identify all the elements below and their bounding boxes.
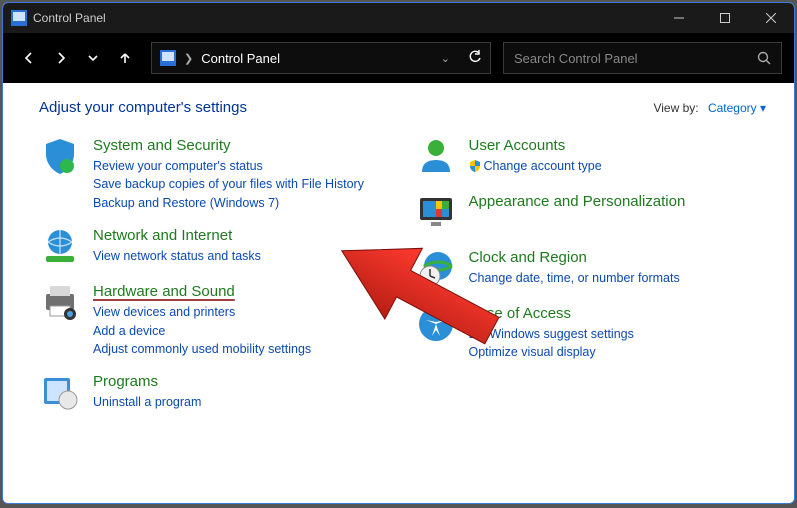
link-ease-of-access[interactable]: Ease of Access	[469, 304, 634, 324]
link-system-security[interactable]: System and Security	[93, 136, 364, 156]
back-button[interactable]	[15, 44, 43, 72]
link-user-accounts[interactable]: User Accounts	[469, 136, 602, 156]
chevron-right-icon: ❯	[184, 52, 193, 65]
link-backup-restore[interactable]: Backup and Restore (Windows 7)	[93, 195, 364, 212]
recent-locations-button[interactable]	[79, 44, 107, 72]
link-file-history[interactable]: Save backup copies of your files with Fi…	[93, 176, 364, 193]
search-placeholder: Search Control Panel	[514, 51, 638, 66]
titlebar: Control Panel	[3, 3, 794, 33]
content-area: Adjust your computer's settings View by:…	[3, 83, 794, 503]
accessibility-icon	[416, 304, 456, 344]
category-user-accounts: User Accounts Change account type	[415, 136, 767, 178]
forward-button[interactable]	[47, 44, 75, 72]
window-title: Control Panel	[33, 11, 106, 25]
category-network: Network and Internet View network status…	[39, 226, 391, 268]
clock-globe-icon	[416, 248, 456, 288]
maximize-button[interactable]	[702, 3, 748, 33]
control-panel-icon	[11, 10, 27, 26]
right-column: User Accounts Change account type Appear…	[415, 136, 767, 414]
search-icon	[757, 51, 771, 65]
up-button[interactable]	[111, 44, 139, 72]
shield-icon	[40, 136, 80, 176]
user-icon	[416, 136, 456, 176]
view-by: View by: Category ▾	[653, 101, 766, 115]
link-review-status[interactable]: Review your computer's status	[93, 158, 364, 175]
link-optimize-display[interactable]: Optimize visual display	[469, 344, 634, 361]
link-devices-printers[interactable]: View devices and printers	[93, 304, 311, 321]
category-programs: Programs Uninstall a program	[39, 372, 391, 414]
category-hardware-sound: Hardware and Sound View devices and prin…	[39, 282, 391, 358]
printer-icon	[40, 282, 80, 322]
link-add-device[interactable]: Add a device	[93, 323, 311, 340]
link-date-time-formats[interactable]: Change date, time, or number formats	[469, 270, 680, 287]
link-programs[interactable]: Programs	[93, 372, 201, 392]
address-bar[interactable]: ❯ Control Panel ⌄	[151, 42, 491, 74]
control-panel-window: Control Panel ❯ Control Panel ⌄ Search C…	[2, 2, 795, 504]
left-column: System and Security Review your computer…	[39, 136, 391, 414]
link-change-account-type[interactable]: Change account type	[469, 158, 602, 175]
link-appearance[interactable]: Appearance and Personalization	[469, 192, 686, 212]
category-system-security: System and Security Review your computer…	[39, 136, 391, 212]
uac-shield-icon	[469, 160, 481, 172]
link-clock-region[interactable]: Clock and Region	[469, 248, 680, 268]
category-clock-region: Clock and Region Change date, time, or n…	[415, 248, 767, 290]
navbar: ❯ Control Panel ⌄ Search Control Panel	[3, 33, 794, 83]
link-network-internet[interactable]: Network and Internet	[93, 226, 261, 246]
control-panel-icon	[160, 50, 176, 66]
search-input[interactable]: Search Control Panel	[503, 42, 782, 74]
address-text: Control Panel	[201, 51, 280, 66]
link-hardware-sound[interactable]: Hardware and Sound	[93, 282, 311, 302]
link-suggest-settings[interactable]: Let Windows suggest settings	[469, 326, 634, 343]
link-network-status[interactable]: View network status and tasks	[93, 248, 261, 265]
close-button[interactable]	[748, 3, 794, 33]
chevron-down-icon[interactable]: ⌄	[441, 52, 450, 65]
monitor-icon	[416, 192, 456, 232]
category-ease-of-access: Ease of Access Let Windows suggest setti…	[415, 304, 767, 361]
programs-icon	[40, 372, 80, 412]
link-uninstall[interactable]: Uninstall a program	[93, 394, 201, 411]
refresh-button[interactable]	[468, 50, 482, 67]
globe-network-icon	[40, 226, 80, 266]
minimize-button[interactable]	[656, 3, 702, 33]
view-by-dropdown[interactable]: Category ▾	[708, 101, 766, 115]
link-mobility-settings[interactable]: Adjust commonly used mobility settings	[93, 341, 311, 358]
category-appearance: Appearance and Personalization	[415, 192, 767, 234]
page-title: Adjust your computer's settings	[39, 99, 247, 116]
